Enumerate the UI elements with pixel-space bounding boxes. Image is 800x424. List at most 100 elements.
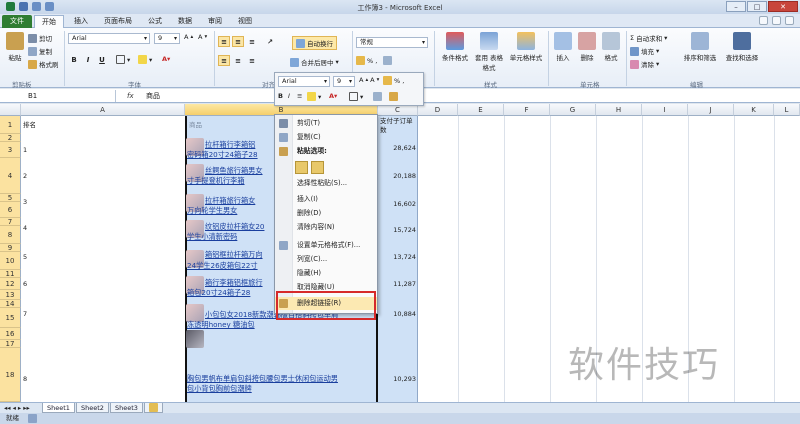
rank-cell[interactable]: 6 [23, 280, 27, 288]
merge-center-button[interactable]: 合并后居中 ▾ [290, 57, 339, 67]
row-header-8[interactable]: 8 [0, 226, 21, 244]
menu-item-hide[interactable]: 隐藏(H) [275, 267, 377, 280]
mini-align-button[interactable]: ≡ [297, 92, 302, 100]
wrap-text-button[interactable]: 自动换行 [292, 36, 337, 50]
orders-cell[interactable]: 15,724 [384, 226, 416, 234]
find-select-button[interactable]: 查找和选择 [722, 32, 762, 62]
row-header-1[interactable]: 1 [0, 116, 21, 134]
orders-cell[interactable]: 16,602 [384, 200, 416, 208]
column-header-k[interactable]: K [734, 104, 774, 116]
column-header-d[interactable]: D [418, 104, 458, 116]
orders-cell[interactable]: 11,287 [384, 280, 416, 288]
paste-option-icon[interactable] [295, 161, 308, 174]
menu-item-column-width[interactable]: 列宽(C)... [275, 253, 377, 266]
row-header-7[interactable]: 7 [0, 218, 21, 226]
product-link[interactable]: 学生小清新密码 [187, 232, 237, 242]
macro-record-icon[interactable] [28, 414, 37, 423]
orders-cell[interactable]: 10,884 [384, 310, 416, 318]
orders-cell[interactable]: 20,188 [384, 172, 416, 180]
cell-b1[interactable]: 商品 [189, 119, 202, 129]
sheet-nav-buttons[interactable]: ◂◂ ◂ ▸ ▸▸ [4, 404, 30, 412]
row-header-13[interactable]: 13 [0, 290, 21, 300]
fill-button[interactable]: 填充 ▾ [630, 46, 659, 56]
menu-item-cut[interactable]: 剪切(T) [275, 117, 377, 130]
cut-button[interactable]: 剪切 [28, 33, 52, 43]
menu-item-clear-contents[interactable]: 清除内容(N) [275, 221, 377, 234]
font-size-select[interactable]: 9 [154, 33, 180, 44]
rank-cell[interactable]: 5 [23, 253, 27, 261]
tab-page-layout[interactable]: 页面布局 [98, 15, 138, 28]
borders-button[interactable]: ▾ [116, 55, 130, 64]
copy-button[interactable]: 复制 [28, 46, 52, 56]
bold-button[interactable]: B [68, 54, 80, 65]
shrink-font-button[interactable]: A ▾ [198, 33, 207, 41]
rank-cell[interactable]: 8 [23, 375, 27, 383]
menu-item-copy[interactable]: 复制(C) [275, 131, 377, 144]
tab-insert[interactable]: 插入 [68, 15, 94, 28]
product-link[interactable]: 万向轮学生男女 [187, 206, 237, 216]
sheet-tab-2[interactable]: Sheet2 [76, 403, 109, 413]
fill-color-button[interactable]: ▾ [138, 55, 152, 64]
product-link[interactable]: 拉杆箱旅行箱女 [205, 196, 255, 206]
product-link[interactable]: 拉杆箱行李箱铝 [205, 140, 255, 150]
row-header-2[interactable]: 2 [0, 134, 21, 142]
product-link[interactable]: 箱包20寸24箱子28 [187, 288, 250, 298]
product-link[interactable]: 纹铝皮拉杆箱女20 [205, 222, 264, 232]
column-header-a[interactable]: A [21, 104, 185, 116]
align-middle-button[interactable]: ≡ [232, 36, 244, 47]
menu-item-insert[interactable]: 插入(I) [275, 193, 377, 206]
rank-cell[interactable]: 4 [23, 224, 27, 232]
product-link[interactable]: 寸手提登机行李箱 [187, 176, 245, 186]
minimize-button[interactable]: – [726, 1, 746, 12]
menu-item-format-cells[interactable]: 设置单元格格式(F)... [275, 239, 377, 252]
conditional-format-button[interactable]: 条件格式 [438, 32, 472, 62]
clear-button[interactable]: 清除 ▾ [630, 59, 659, 69]
menu-item-delete[interactable]: 删除(D) [275, 207, 377, 220]
product-link[interactable]: 丝鳄鱼旅行箱男女 [205, 166, 263, 176]
name-box[interactable]: B1 [0, 90, 116, 102]
row-header-11[interactable]: 11 [0, 270, 21, 278]
mini-italic-button[interactable]: I [288, 92, 290, 100]
delete-cells-button[interactable]: 删除 [576, 32, 598, 62]
row-header-15[interactable]: 15 [0, 308, 21, 328]
align-right-button[interactable]: ≡ [246, 55, 258, 66]
row-header-16[interactable]: 16 [0, 328, 21, 340]
mini-borders-button[interactable]: ▾ [349, 92, 363, 101]
autosum-button[interactable]: Σ 自动求和 ▾ [630, 33, 667, 43]
product-link[interactable]: 冻透明honey 糖油包 [187, 320, 255, 330]
format-painter-button[interactable]: 格式刷 [28, 59, 59, 69]
align-top-button[interactable]: ≡ [218, 36, 230, 47]
row-header-3[interactable]: 3 [0, 142, 21, 158]
fx-icon[interactable]: fx [127, 90, 134, 102]
product-link[interactable]: 箱铝框拉杆箱万向 [205, 250, 263, 260]
underline-button[interactable]: U [96, 54, 108, 65]
mini-bold-button[interactable]: B [278, 92, 283, 100]
mini-currency-button[interactable]: % , [383, 76, 404, 85]
column-header-j[interactable]: J [688, 104, 734, 116]
sheet-tab-3[interactable]: Sheet3 [110, 403, 143, 413]
grow-font-button[interactable]: A ▴ [184, 33, 193, 41]
formula-input[interactable]: 商品 [146, 90, 160, 102]
mini-grow-font-button[interactable]: A ▴ A ▾ [359, 76, 379, 84]
column-header-h[interactable]: H [596, 104, 642, 116]
row-header-4[interactable]: 4 [0, 158, 21, 194]
format-as-table-button[interactable]: 套用 表格格式 [474, 32, 504, 72]
number-format-select[interactable]: 常规 [356, 37, 428, 48]
row-header-6[interactable]: 6 [0, 202, 21, 218]
align-left-button[interactable]: ≡ [218, 55, 230, 66]
align-bottom-button[interactable]: ≡ [246, 36, 258, 47]
orientation-button[interactable]: ↗ [264, 36, 276, 47]
tab-home[interactable]: 开始 [34, 15, 64, 28]
maximize-button[interactable]: □ [747, 1, 767, 12]
tab-file[interactable]: 文件 [2, 15, 32, 28]
row-header-5[interactable]: 5 [0, 194, 21, 202]
cell-c1[interactable]: 支付子订单数 [380, 117, 418, 135]
orders-cell[interactable]: 13,724 [384, 253, 416, 261]
column-header-i[interactable]: I [642, 104, 688, 116]
column-header-l[interactable]: L [774, 104, 800, 116]
mini-format-painter-button[interactable] [389, 92, 398, 101]
number-format-buttons[interactable]: % , [356, 56, 393, 65]
format-cells-button[interactable]: 格式 [600, 32, 622, 62]
mini-font-color-button[interactable]: A▾ [329, 92, 337, 100]
close-button[interactable]: ✕ [768, 1, 798, 12]
